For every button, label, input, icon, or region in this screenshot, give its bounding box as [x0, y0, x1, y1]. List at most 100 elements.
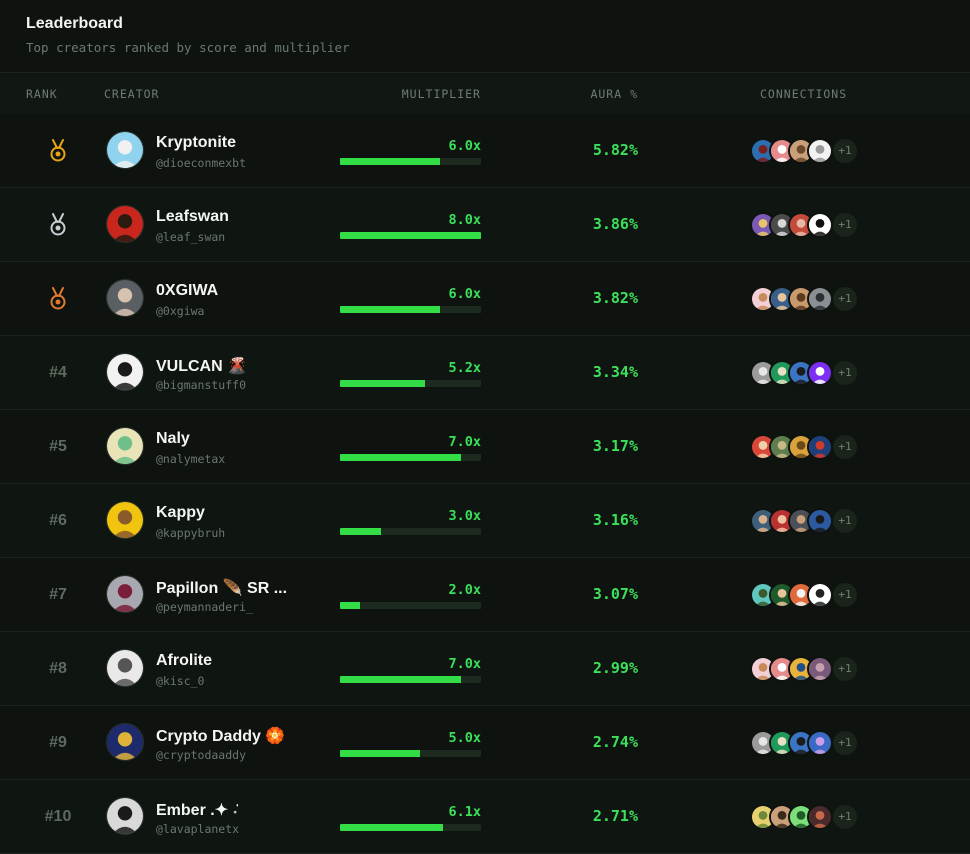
aura-value: 2.74% — [592, 733, 638, 751]
column-header-rank[interactable]: RANK — [26, 87, 58, 101]
more-connections-badge[interactable]: +1 — [833, 656, 857, 681]
gold-medal-icon — [50, 138, 66, 161]
more-connections-badge[interactable]: +1 — [833, 138, 857, 163]
multiplier-bar-fill — [340, 824, 443, 831]
avatar[interactable] — [106, 649, 144, 687]
multiplier-bar — [340, 528, 481, 535]
more-connections-badge[interactable]: +1 — [833, 286, 857, 311]
multiplier-bar — [340, 232, 481, 239]
table-row[interactable]: Kryptonite @dioeconmexbt 6.0x 5.82% +1 — [0, 114, 970, 188]
multiplier-bar-fill — [340, 454, 462, 461]
connection-avatar[interactable] — [807, 729, 833, 756]
avatar[interactable] — [106, 279, 144, 317]
avatar[interactable] — [106, 353, 144, 391]
connection-avatar[interactable] — [807, 507, 833, 534]
connections-stack: +1 — [750, 137, 857, 164]
rank-number: #6 — [49, 511, 67, 529]
column-header-multiplier[interactable]: MULTIPLIER — [340, 87, 481, 101]
connections-stack: +1 — [750, 211, 857, 238]
more-connections-badge[interactable]: +1 — [833, 434, 857, 459]
multiplier-bar-fill — [340, 306, 441, 313]
table-row[interactable]: Leafswan @leaf_swan 8.0x 3.86% +1 — [0, 188, 970, 262]
connection-avatar[interactable] — [807, 211, 833, 238]
rank-number: #7 — [49, 585, 67, 603]
creator-handle: @nalymetax — [156, 452, 226, 466]
multiplier-bar — [340, 750, 481, 757]
connection-avatar[interactable] — [807, 803, 833, 830]
connection-avatar[interactable] — [807, 655, 833, 682]
creator-handle: @0xgiwa — [156, 304, 205, 318]
connections-stack: +1 — [750, 655, 857, 682]
avatar[interactable] — [106, 723, 144, 761]
multiplier-bar — [340, 676, 481, 683]
leaderboard-panel: Leaderboard Top creators ranked by score… — [0, 0, 970, 854]
page-subtitle: Top creators ranked by score and multipl… — [26, 40, 350, 55]
creator-name[interactable]: Papillon 🪶 SR ... — [156, 578, 287, 598]
connection-avatar[interactable] — [807, 581, 833, 608]
more-connections-badge[interactable]: +1 — [833, 582, 857, 607]
rank-number: #10 — [44, 807, 72, 825]
connections-stack: +1 — [750, 803, 857, 830]
connection-avatar[interactable] — [807, 285, 833, 312]
table-row[interactable]: 0XGIWA @0xgiwa 6.0x 3.82% +1 — [0, 262, 970, 336]
rank-number: #9 — [49, 733, 67, 751]
multiplier-value: 7.0x — [448, 656, 481, 672]
rank-cell — [40, 262, 76, 335]
creator-handle: @bigmanstuff0 — [156, 378, 247, 392]
avatar[interactable] — [106, 427, 144, 465]
table-row[interactable]: #7 Papillon 🪶 SR ... @peymannaderi_ 2.0x 3.0… — [0, 558, 970, 632]
table-row[interactable]: #5 Naly @nalymetax 7.0x 3.17% +1 — [0, 410, 970, 484]
table-row[interactable]: #6 Kappy @kappybruh 3.0x 3.16% +1 — [0, 484, 970, 558]
rank-cell: #7 — [40, 558, 76, 631]
avatar[interactable] — [106, 205, 144, 243]
creator-name[interactable]: Crypto Daddy 🏵️ — [156, 726, 285, 746]
connection-avatar[interactable] — [807, 359, 833, 386]
bronze-medal-icon — [50, 286, 66, 309]
multiplier-value: 6.1x — [448, 804, 481, 820]
connection-avatar[interactable] — [807, 137, 833, 164]
table-row[interactable]: #10 Ember .✦ ݁˖ @lavaplanetx 6.1x 2.71% +1 — [0, 780, 970, 854]
page-title: Leaderboard — [26, 15, 123, 32]
column-header-creator[interactable]: CREATOR — [104, 87, 159, 101]
column-header-connections[interactable]: CONNECTIONS — [760, 87, 847, 101]
avatar[interactable] — [106, 797, 144, 835]
rank-cell: #4 — [40, 336, 76, 409]
rank-cell: #8 — [40, 632, 76, 705]
multiplier-bar-fill — [340, 676, 462, 683]
creator-name[interactable]: Naly — [156, 430, 190, 448]
silver-medal-icon — [50, 212, 66, 235]
creator-name[interactable]: Kappy — [156, 504, 205, 522]
connection-avatar[interactable] — [807, 433, 833, 460]
leaderboard-rows: Kryptonite @dioeconmexbt 6.0x 5.82% +1 Leafsw… — [0, 114, 970, 854]
creator-name[interactable]: VULCAN 🌋 — [156, 356, 247, 376]
aura-value: 5.82% — [592, 141, 638, 159]
leaderboard-header: Leaderboard Top creators ranked by score… — [0, 0, 970, 73]
more-connections-badge[interactable]: +1 — [833, 212, 857, 237]
aura-value: 3.17% — [592, 437, 638, 455]
creator-handle: @dioeconmexbt — [156, 156, 247, 170]
avatar[interactable] — [106, 501, 144, 539]
multiplier-value: 2.0x — [448, 582, 481, 598]
creator-name[interactable]: Ember .✦ ݁˖ — [156, 800, 238, 820]
more-connections-badge[interactable]: +1 — [833, 730, 857, 755]
column-header-aura[interactable]: AURA % — [560, 87, 638, 101]
creator-name[interactable]: Afrolite — [156, 652, 212, 670]
more-connections-badge[interactable]: +1 — [833, 804, 857, 829]
multiplier-value: 5.0x — [448, 730, 481, 746]
creator-name[interactable]: Kryptonite — [156, 134, 236, 152]
creator-name[interactable]: 0XGIWA — [156, 282, 218, 300]
table-row[interactable]: #8 Afrolite @kisc_0 7.0x 2.99% +1 — [0, 632, 970, 706]
more-connections-badge[interactable]: +1 — [833, 360, 857, 385]
rank-cell: #6 — [40, 484, 76, 557]
table-row[interactable]: #4 VULCAN 🌋 @bigmanstuff0 5.2x 3.34% +1 — [0, 336, 970, 410]
connections-stack: +1 — [750, 359, 857, 386]
multiplier-value: 7.0x — [448, 434, 481, 450]
creator-name[interactable]: Leafswan — [156, 208, 229, 226]
creator-handle: @peymannaderi_ — [156, 600, 253, 614]
multiplier-bar — [340, 380, 481, 387]
avatar[interactable] — [106, 575, 144, 613]
multiplier-bar — [340, 306, 481, 313]
avatar[interactable] — [106, 131, 144, 169]
table-row[interactable]: #9 Crypto Daddy 🏵️ @cryptodaaddy 5.0x 2.74% +… — [0, 706, 970, 780]
more-connections-badge[interactable]: +1 — [833, 508, 857, 533]
